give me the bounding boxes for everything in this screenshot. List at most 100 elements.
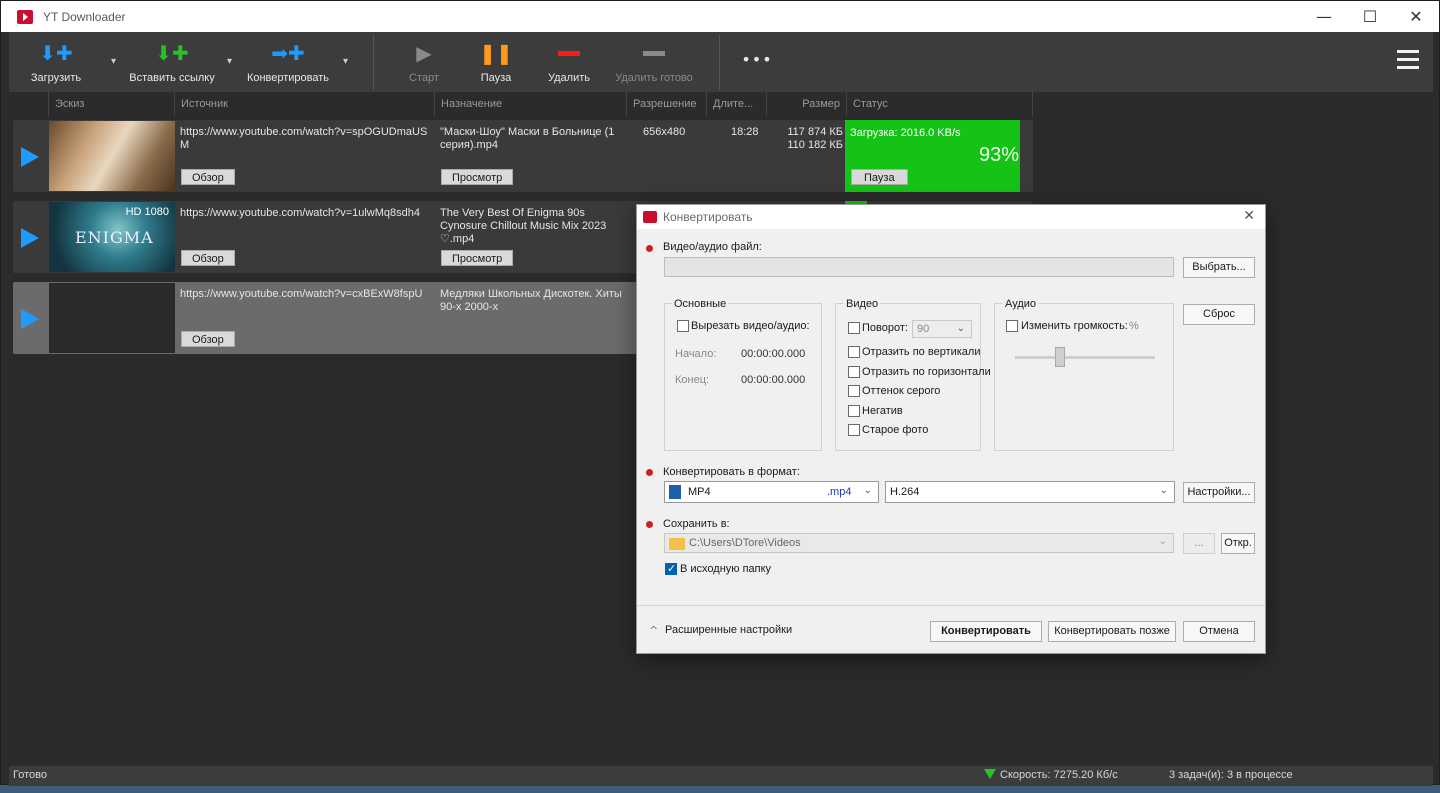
dialog-close-icon[interactable]: ✕	[1243, 208, 1255, 224]
chevron-down-icon: ⌄	[1159, 485, 1168, 496]
cut-checkbox[interactable]	[677, 320, 689, 332]
convert-plus-icon: ➡✚	[271, 41, 305, 65]
start-button[interactable]: ▶ Старт	[399, 40, 449, 84]
audio-group-label: Аудио	[1003, 298, 1039, 310]
status-bar: Готово Скорость: 7275.20 Кб/с 3 задач(и)…	[9, 766, 1433, 786]
paste-link-button[interactable]: ⬇✚ Вставить ссылку	[127, 40, 217, 84]
download-plus-icon: ⬇✚	[39, 41, 73, 65]
column-destination[interactable]: Назначение	[435, 92, 627, 116]
play-icon: ▶	[416, 41, 432, 65]
close-button[interactable]: ✕	[1393, 1, 1439, 32]
start-time-label: Начало:	[675, 348, 717, 360]
grayscale-checkbox[interactable]	[848, 385, 860, 397]
column-resolution[interactable]: Разрешение	[627, 92, 707, 116]
open-folder-button[interactable]: Откр.	[1221, 533, 1255, 554]
format-value: MP4	[688, 486, 711, 498]
required-dot-icon	[646, 469, 653, 476]
duration-value: 18:28	[731, 126, 759, 138]
convert-dialog-button[interactable]: Конвертировать	[930, 621, 1042, 642]
film-icon	[669, 485, 681, 499]
paste-dropdown-caret-icon[interactable]: ▾	[227, 56, 232, 67]
delete-done-button[interactable]: Удалить готово	[609, 40, 699, 84]
maximize-button[interactable]: ☐	[1347, 1, 1393, 32]
preview-button[interactable]: Просмотр	[441, 169, 514, 185]
volume-checkbox[interactable]	[1006, 320, 1018, 332]
destination-file: "Маски-Шоу" Маски в Больнице (1 серия).m…	[440, 126, 615, 151]
volume-unit: %	[1129, 320, 1139, 332]
progress-bar-remaining	[1020, 120, 1033, 192]
source-url: https://www.youtube.com/watch?v=spOGUDma…	[180, 126, 428, 151]
grayscale-label: Оттенок серого	[862, 385, 941, 397]
more-button[interactable]: •••	[737, 46, 777, 90]
more-dots-icon: •••	[741, 49, 773, 69]
menu-hamburger-icon[interactable]	[1397, 50, 1419, 72]
column-header: Эскиз Источник Назначение Разрешение Дли…	[9, 92, 1033, 116]
toolbar-separator	[719, 34, 720, 90]
video-thumbnail: HD 1080 ENIGMA	[49, 202, 175, 272]
play-icon[interactable]	[21, 147, 39, 167]
column-status[interactable]: Статус	[847, 92, 1033, 116]
convert-label: Конвертировать	[246, 72, 330, 84]
download-button[interactable]: ⬇✚ Загрузить	[23, 40, 89, 84]
negative-checkbox[interactable]	[848, 405, 860, 417]
convert-later-button[interactable]: Конвертировать позже	[1048, 621, 1176, 642]
window-title: YT Downloader	[43, 9, 126, 24]
source-url: https://www.youtube.com/watch?v=cxBExW8f…	[180, 288, 423, 300]
source-folder-checkbox[interactable]	[665, 562, 677, 575]
save-path-value: C:\Users\DTore\Videos	[689, 537, 801, 549]
column-duration[interactable]: Длите...	[707, 92, 767, 116]
progress-percent: 93%	[979, 144, 1020, 166]
browse-button[interactable]: Обзор	[181, 169, 235, 185]
browse-button[interactable]: Обзор	[181, 250, 235, 266]
rotate-value: 90	[917, 323, 930, 335]
dialog-separator	[637, 605, 1265, 606]
reset-button[interactable]: Сброс	[1183, 304, 1255, 325]
flip-horizontal-checkbox[interactable]	[848, 366, 860, 378]
table-row[interactable]: https://www.youtube.com/watch?v=spOGUDma…	[13, 120, 1033, 192]
browse-button[interactable]: Обзор	[181, 331, 235, 347]
file-input[interactable]	[664, 257, 1174, 277]
chevron-up-icon[interactable]: ^	[649, 624, 658, 637]
video-thumbnail	[49, 283, 175, 353]
status-text: Загрузка: 2016.0 KB/s	[850, 127, 961, 139]
codec-select[interactable]: H.264 ⌄	[885, 481, 1175, 503]
preview-button[interactable]: Просмотр	[441, 250, 514, 266]
format-select[interactable]: MP4 .mp4 ⌄	[664, 481, 879, 503]
pause-button[interactable]: ❚❚ Пауза	[471, 40, 521, 84]
save-path-select[interactable]: C:\Users\DTore\Videos ⌄	[664, 533, 1174, 553]
browse-path-button[interactable]: ...	[1183, 533, 1215, 554]
rotate-checkbox[interactable]	[848, 322, 860, 334]
play-icon[interactable]	[21, 309, 39, 329]
volume-slider-track[interactable]	[1015, 356, 1155, 359]
column-thumbnail[interactable]: Эскиз	[49, 92, 175, 116]
toolbar: ⬇✚ Загрузить ▾ ⬇✚ Вставить ссылку ▾ ➡✚ К…	[9, 32, 1433, 92]
settings-button[interactable]: Настройки...	[1183, 482, 1255, 503]
rotate-select[interactable]: 90 ⌄	[912, 320, 972, 338]
minus-red-icon	[543, 40, 595, 66]
cancel-button[interactable]: Отмена	[1183, 621, 1255, 642]
advanced-settings-link[interactable]: Расширенные настройки	[665, 624, 792, 636]
old-photo-checkbox[interactable]	[848, 424, 860, 436]
end-time-value[interactable]: 00:00:00.000	[741, 374, 805, 386]
column-source[interactable]: Источник	[175, 92, 435, 116]
minimize-button[interactable]: —	[1301, 1, 1347, 32]
source-url: https://www.youtube.com/watch?v=1ulwMq8s…	[180, 207, 420, 219]
paste-plus-icon: ⬇✚	[155, 41, 189, 65]
start-time-value[interactable]: 00:00:00.000	[741, 348, 805, 360]
volume-label: Изменить громкость:	[1021, 320, 1128, 332]
format-label: Конвертировать в формат:	[663, 466, 800, 478]
convert-dropdown-caret-icon[interactable]: ▾	[343, 56, 348, 67]
download-dropdown-caret-icon[interactable]: ▾	[111, 56, 116, 67]
flip-vertical-checkbox[interactable]	[848, 346, 860, 358]
delete-button[interactable]: Удалить	[543, 40, 595, 84]
row-pause-button[interactable]: Пауза	[851, 169, 908, 185]
pause-label: Пауза	[480, 72, 512, 84]
play-icon[interactable]	[21, 228, 39, 248]
flip-horizontal-label: Отразить по горизонтали	[862, 366, 991, 378]
downloaded-size: 110 182 КБ	[787, 139, 843, 151]
column-size[interactable]: Размер	[767, 92, 847, 116]
choose-button[interactable]: Выбрать...	[1183, 257, 1255, 278]
dialog-title: Конвертировать	[663, 210, 753, 224]
convert-button[interactable]: ➡✚ Конвертировать	[243, 40, 333, 84]
volume-slider-thumb[interactable]	[1055, 347, 1065, 367]
